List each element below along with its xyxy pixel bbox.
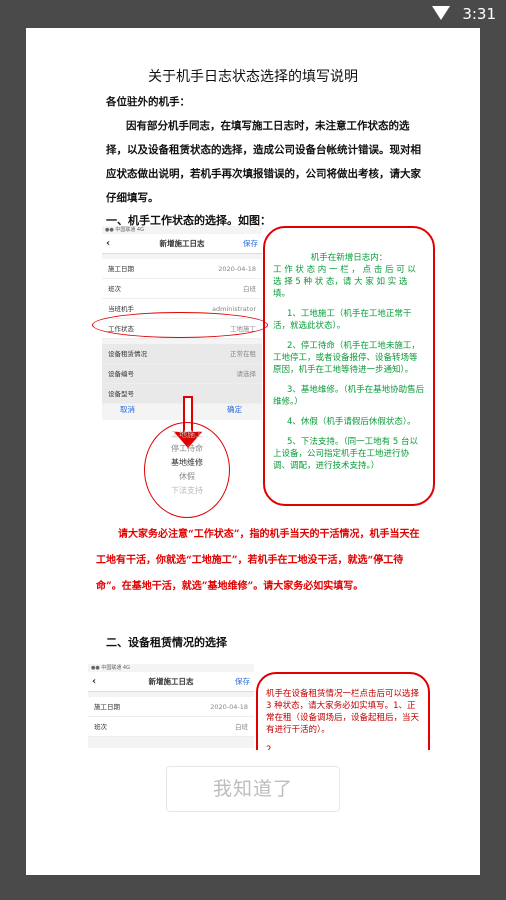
phone-row: 班次 白班 bbox=[102, 279, 262, 299]
app-screenshot-2: ●● 中国联通 4G ‹ 新增施工日志 保存 施工日期 2020-04-18 班次… bbox=[88, 664, 254, 748]
phone-row: 设备租赁情况 正常在租 bbox=[102, 344, 262, 364]
picker-toolbar: 取消 确定 bbox=[102, 400, 262, 418]
intro-paragraph: 因有部分机手同志，在填写施工日志时，未注意工作状态的选择，以及设备租赁状态的选择… bbox=[106, 120, 421, 204]
status-bar: 3:31 bbox=[0, 0, 506, 28]
phone-row: 班次 白班 bbox=[88, 717, 254, 737]
save-label: 保存 bbox=[243, 239, 258, 248]
phone-row: 施工日期 2020-04-18 bbox=[88, 697, 254, 717]
status-picker: 工地施工 停工待命 基地维修 休假 下法支持 bbox=[171, 430, 203, 495]
work-status-note: 机手在新增日志内： 工 作 状 态 内 一 栏 ， 点 击 后 可 以 选 择 … bbox=[263, 226, 435, 506]
wifi-icon bbox=[432, 6, 450, 20]
back-icon: ‹ bbox=[92, 676, 97, 687]
greeting: 各位驻外的机手： bbox=[106, 96, 190, 108]
phone-row: 设备编号 请选择 bbox=[102, 364, 262, 384]
cancel-label: 取消 bbox=[120, 405, 135, 414]
notice-page: 关于机手日志状态选择的填写说明 各位驻外的机手： 因有部分机手同志，在填写施工日… bbox=[26, 28, 480, 875]
confirm-label: 确定 bbox=[227, 405, 242, 414]
phone-nav: ‹ 新增施工日志 保存 bbox=[102, 234, 262, 254]
phone-status: ●● 中国联通 4G bbox=[105, 227, 144, 233]
got-it-button[interactable]: 我知道了 bbox=[166, 766, 340, 812]
phone-nav-title: 新增施工日志 bbox=[159, 239, 205, 248]
document-title: 关于机手日志状态选择的填写说明 bbox=[148, 69, 358, 85]
status-time: 3:31 bbox=[462, 5, 496, 23]
phone-row: 施工日期 2020-04-18 bbox=[102, 259, 262, 279]
back-icon: ‹ bbox=[106, 238, 111, 249]
highlight-ellipse bbox=[92, 312, 268, 338]
section2-heading: 二、设备租赁情况的选择 bbox=[106, 636, 227, 649]
work-status-warning: 请大家务必注意“工作状态”，指的机手当天的干活情况，机手当天在工地有干活，你就选… bbox=[96, 529, 420, 592]
